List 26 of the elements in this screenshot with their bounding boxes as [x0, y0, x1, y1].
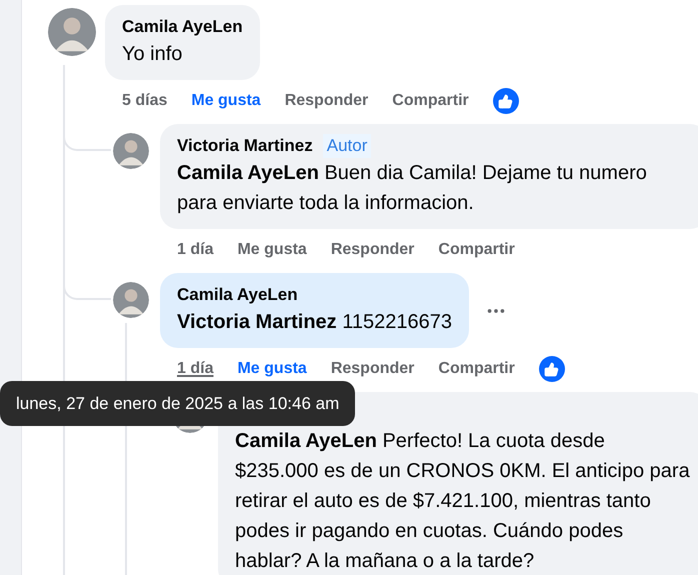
timestamp-link[interactable]: 1 día	[177, 238, 214, 262]
avatar[interactable]	[48, 8, 96, 56]
like-button[interactable]: Me gusta	[237, 357, 307, 381]
reply-button[interactable]: Responder	[330, 357, 414, 381]
like-button[interactable]: Me gusta	[191, 89, 261, 113]
like-reaction-icon[interactable]	[538, 356, 565, 382]
avatar[interactable]	[113, 282, 149, 318]
share-button[interactable]: Compartir	[392, 89, 469, 113]
share-button[interactable]: Compartir	[438, 357, 515, 381]
date-tooltip: lunes, 27 de enero de 2025 a las 10:46 am	[0, 381, 356, 426]
share-button[interactable]: Compartir	[438, 238, 515, 262]
author-badge: Autor	[322, 134, 372, 158]
avatar[interactable]	[113, 133, 149, 169]
comment-text: Camila AyeLen Buen dia Camila! Dejame tu numero para enviarte toda la informacion.	[177, 161, 648, 216]
like-reaction-icon[interactable]	[492, 88, 519, 114]
author-name[interactable]: Camila AyeLen	[122, 15, 243, 39]
comment-text: Yo info	[122, 42, 184, 67]
reply-button[interactable]: Responder	[330, 238, 414, 262]
author-name[interactable]: Victoria Martinez	[177, 134, 313, 158]
timestamp-link[interactable]: 5 días	[122, 89, 168, 113]
comment-text: Camila AyeLen Perfecto! La cuota desde $235.000 es de un CRONOS 0KM. El anticipo para retirar el auto es de $7.421.100, mientras tanto podes ir pagando en cuotas. Cuándo podes hablar? A la mañana o a la tarde?	[235, 429, 691, 574]
like-button[interactable]: Me gusta	[237, 238, 307, 262]
comment-text: Victoria Martinez 1152216673	[177, 310, 452, 335]
timestamp-link[interactable]: 1 día	[177, 357, 214, 381]
reply-button[interactable]: Responder	[284, 89, 368, 113]
author-name[interactable]: Camila AyeLen	[177, 283, 298, 307]
